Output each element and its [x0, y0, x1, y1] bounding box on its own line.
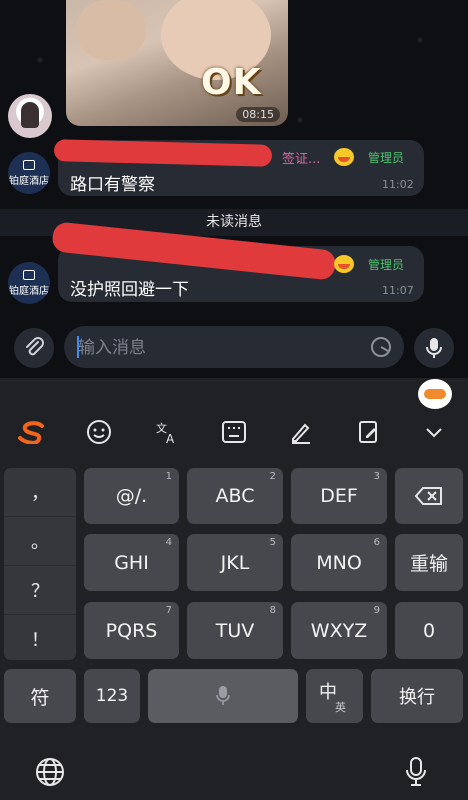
- newline-key[interactable]: 换行: [371, 669, 463, 723]
- key-2[interactable]: ABC 2: [187, 468, 283, 524]
- handwriting-icon[interactable]: [283, 414, 319, 450]
- globe-icon[interactable]: [32, 754, 68, 790]
- sogou-logo-icon[interactable]: [14, 414, 50, 450]
- photo-hand: [76, 0, 146, 60]
- paperclip-icon: [26, 337, 44, 356]
- reenter-key[interactable]: 重输: [395, 534, 463, 591]
- sticker-icon[interactable]: [370, 336, 392, 358]
- voice-button[interactable]: [414, 328, 454, 368]
- hotel-avatar[interactable]: 铂庭酒店: [8, 262, 50, 304]
- microphone-icon: [426, 338, 442, 358]
- key-number: 8: [269, 605, 276, 616]
- key-label: WXYZ: [310, 619, 368, 642]
- admin-badge: 管理员: [368, 151, 405, 165]
- hotel-avatar-text: 铂庭酒店: [9, 285, 49, 297]
- key-number: 4: [165, 537, 172, 548]
- photo-message[interactable]: OK 08:15: [66, 0, 288, 126]
- symbol-column[interactable]: ， 。 ？ ！: [4, 468, 76, 660]
- attach-button[interactable]: [14, 328, 54, 368]
- user-avatar[interactable]: [8, 94, 52, 138]
- symbol-mode-key[interactable]: 符: [4, 669, 76, 723]
- language-switch-key[interactable]: 中 英: [306, 669, 363, 723]
- key-8[interactable]: TUV 8: [187, 602, 283, 659]
- key-label: JKL: [220, 551, 250, 574]
- hotel-logo-icon: [23, 269, 35, 280]
- hotel-avatar-text: 铂庭酒店: [9, 175, 49, 187]
- emoji-icon[interactable]: [81, 414, 117, 450]
- symbol-key[interactable]: ？: [4, 566, 76, 615]
- key-label: DEF: [320, 485, 358, 507]
- key-number: 5: [269, 537, 276, 548]
- key-number: 7: [165, 605, 172, 616]
- key-number: 1: [165, 471, 172, 482]
- edit-icon[interactable]: [351, 414, 387, 450]
- symbol-key[interactable]: 。: [4, 517, 76, 566]
- photo-overlay-text: OK: [201, 62, 262, 103]
- key-label: @/.: [115, 485, 148, 507]
- key-6[interactable]: MNO 6: [291, 534, 387, 591]
- photo-time: 08:15: [236, 107, 280, 122]
- key-label: ABC: [215, 485, 255, 507]
- key-3[interactable]: DEF 3: [291, 468, 387, 524]
- key-label: PQRS: [105, 619, 158, 642]
- ime-mascot-icon[interactable]: [418, 379, 452, 409]
- chat-area: OK 08:15 铂庭酒店 签证... 管理员 路口有警察 11:02 未读消息…: [0, 0, 468, 378]
- key-number: 9: [373, 605, 380, 616]
- key-9[interactable]: WXYZ 9: [291, 602, 387, 659]
- key-label: MNO: [316, 551, 362, 574]
- key-label: GHI: [114, 551, 149, 574]
- message-composer: [0, 318, 468, 378]
- admin-badge: 管理员: [368, 258, 405, 272]
- key-number: 6: [373, 537, 380, 548]
- backspace-icon: [414, 487, 442, 505]
- duck-emoji-icon: [334, 255, 354, 273]
- symbol-key[interactable]: ！: [4, 615, 76, 663]
- key-0[interactable]: 0: [395, 602, 463, 659]
- translate-icon[interactable]: 文A: [149, 414, 185, 450]
- key-5[interactable]: JKL 5: [187, 534, 283, 591]
- voice-input-icon[interactable]: [398, 754, 434, 790]
- message-time: 11:07: [382, 284, 414, 297]
- symbol-key[interactable]: ，: [4, 468, 76, 517]
- message-time: 11:02: [382, 178, 414, 191]
- microphone-icon: [216, 686, 230, 705]
- number-mode-key[interactable]: 123: [84, 669, 140, 723]
- message-text: 没护照回避一下: [70, 280, 189, 300]
- message-text: 路口有警察: [70, 175, 155, 195]
- duck-emoji-icon: [334, 148, 354, 166]
- key-number: 3: [373, 471, 380, 482]
- lang-sub-label: 英: [335, 701, 346, 714]
- key-label: TUV: [215, 619, 255, 642]
- message-input-wrap[interactable]: [64, 326, 404, 370]
- space-key[interactable]: [148, 669, 298, 723]
- key-number: 2: [269, 471, 276, 482]
- key-1[interactable]: @/. 1: [84, 468, 179, 524]
- hotel-avatar[interactable]: 铂庭酒店: [8, 152, 50, 194]
- collapse-icon[interactable]: [416, 414, 452, 450]
- svg-text:A: A: [166, 432, 175, 445]
- key-7[interactable]: PQRS 7: [84, 602, 179, 659]
- sender-name: 签证...: [282, 152, 321, 167]
- keyboard-layout-icon[interactable]: [216, 414, 252, 450]
- key-4[interactable]: GHI 4: [84, 534, 179, 591]
- backspace-key[interactable]: [395, 468, 463, 524]
- message-input[interactable]: [76, 326, 360, 370]
- hotel-logo-icon: [23, 159, 35, 170]
